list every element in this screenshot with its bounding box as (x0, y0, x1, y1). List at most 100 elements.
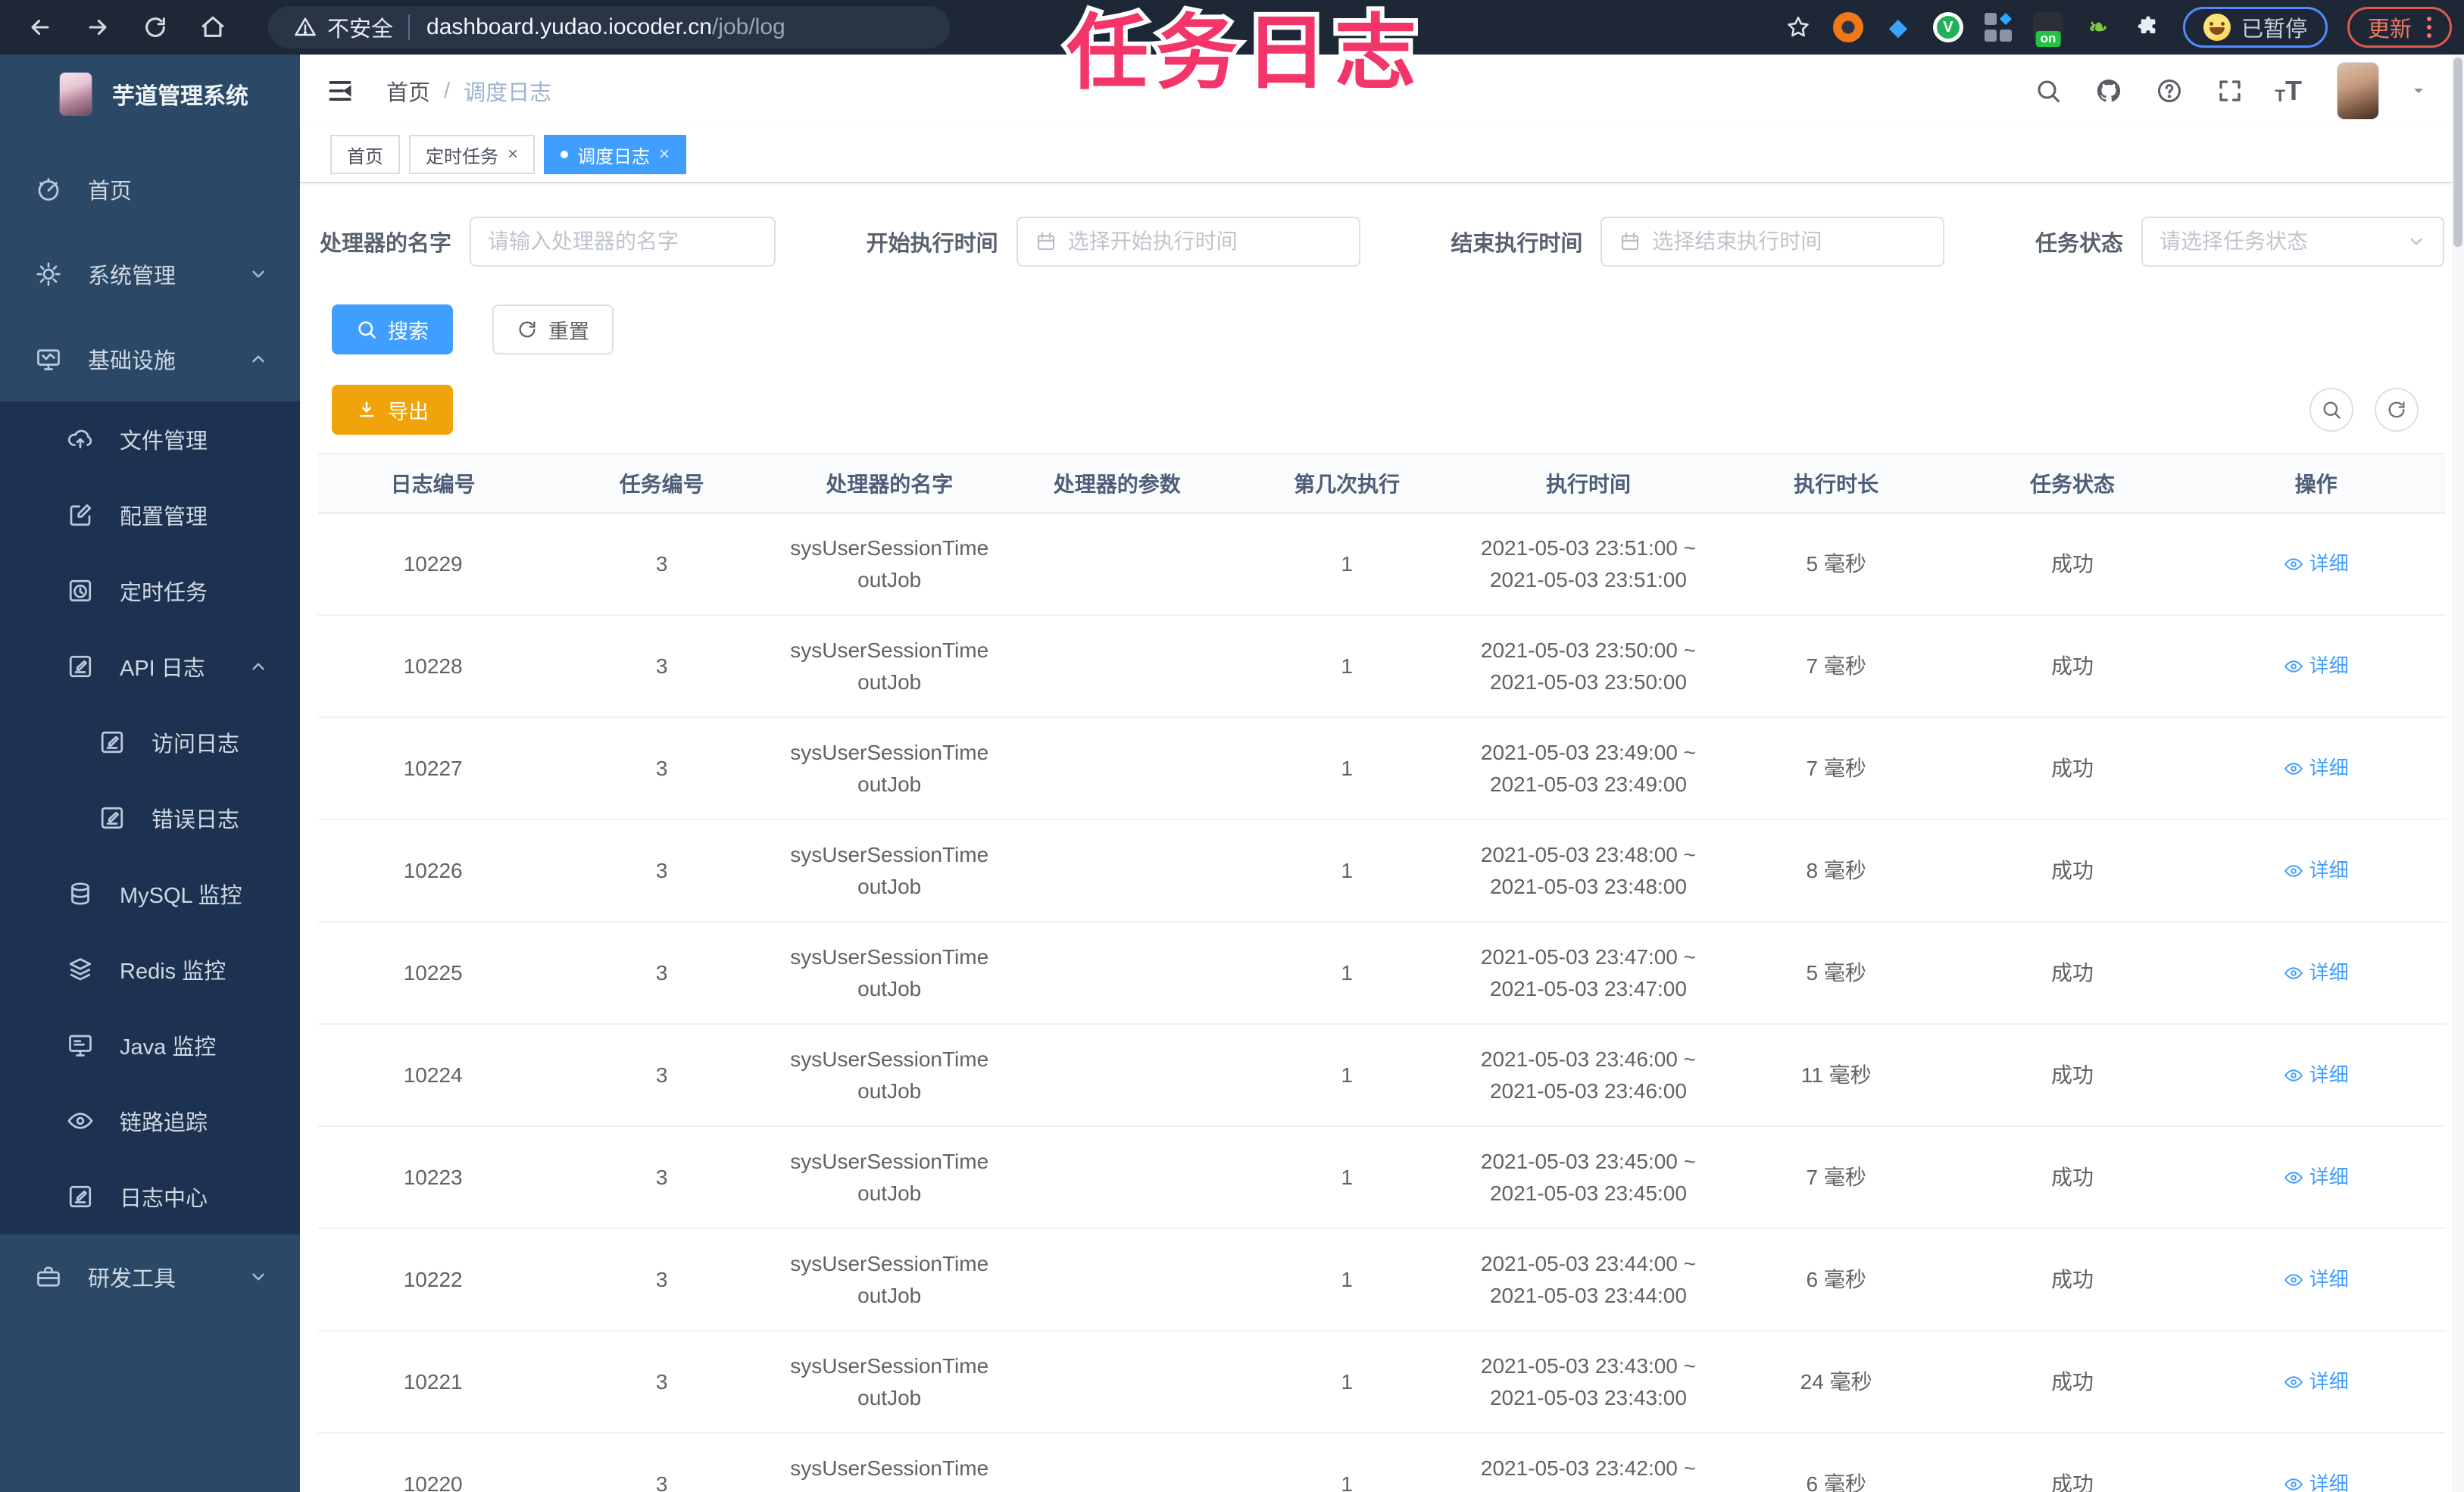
detail-link[interactable]: 详细 (2284, 1469, 2349, 1492)
fullscreen-icon[interactable] (2215, 76, 2245, 106)
user-menu-caret-icon[interactable] (2409, 82, 2428, 100)
sidebar-item-label: API 日志 (120, 657, 205, 681)
actions-cell: 详细 (2186, 1163, 2446, 1192)
detail-link[interactable]: 详细 (2284, 1265, 2349, 1294)
tab-close-icon[interactable]: × (507, 144, 518, 165)
sidebar-item-api-log[interactable]: API 日志 (0, 629, 300, 704)
extension-grid-icon[interactable] (1983, 12, 2013, 42)
paused-label: 已暂停 (2241, 17, 2307, 42)
breadcrumb-home[interactable]: 首页 (386, 75, 430, 107)
profile-paused-badge[interactable]: 已暂停 (2182, 7, 2328, 48)
sidebar-item-access-log[interactable]: 访问日志 (0, 704, 300, 780)
sidebar-item-infrastructure[interactable]: 基础设施 (0, 317, 300, 401)
tab-首页[interactable]: 首页 (330, 135, 400, 174)
status-cell: 成功 (2050, 654, 2094, 678)
font-size-icon[interactable]: TT (2275, 77, 2302, 105)
handler-name-cell: sysUserSessionTimeoutJob (790, 1353, 989, 1409)
breadcrumb: 首页 / 调度日志 (386, 75, 551, 107)
page-content: 处理器的名字 开始执行时间 (300, 183, 2464, 1492)
toggle-search-button[interactable] (2309, 388, 2353, 432)
page-scrollbar[interactable] (2452, 55, 2464, 1492)
status-cell: 成功 (2050, 858, 2094, 882)
detail-link[interactable]: 详细 (2284, 856, 2349, 885)
user-avatar[interactable] (2337, 62, 2379, 120)
sidebar-item-home[interactable]: 首页 (0, 147, 300, 232)
column-header: 第几次执行 (1294, 473, 1401, 496)
sidebar-item-log-center[interactable]: 日志中心 (0, 1159, 300, 1234)
extension-on-icon[interactable]: on (2032, 12, 2063, 47)
detail-link[interactable]: 详细 (2284, 651, 2349, 681)
detail-link[interactable]: 详细 (2284, 754, 2349, 783)
sidebar-item-system-mgmt[interactable]: 系统管理 (0, 232, 300, 317)
view-detail-icon (2284, 1066, 2303, 1085)
extensions-puzzle-icon[interactable] (2133, 12, 2163, 42)
actions-cell: 详细 (2186, 1265, 2446, 1294)
tab-定时任务[interactable]: 定时任务 × (409, 135, 536, 174)
detail-link[interactable]: 详细 (2284, 1060, 2349, 1090)
browser-back-icon[interactable] (26, 13, 55, 42)
browser-menu-icon[interactable] (2427, 17, 2431, 38)
reset-button[interactable]: 重置 (492, 304, 614, 354)
help-icon[interactable] (2154, 76, 2184, 106)
handler-name-field[interactable] (488, 229, 758, 254)
sidebar-item-error-log[interactable]: 错误日志 (0, 780, 300, 856)
exec-index-cell: 1 (1341, 1267, 1353, 1291)
browser-home-icon[interactable] (198, 13, 227, 42)
extension-violentmonkey-icon[interactable]: V (1932, 12, 1963, 42)
sidebar-collapse-icon[interactable] (326, 76, 356, 106)
sidebar-item-file-mgmt[interactable]: 文件管理 (0, 401, 300, 477)
table-row: 10224 3 sysUserSessionTimeoutJob 1 2021-05-0… (318, 1025, 2446, 1127)
sidebar-item-java-monitor[interactable]: Java 监控 (0, 1007, 300, 1083)
extension-blue-drop-icon[interactable]: ◆ (1883, 12, 1913, 42)
handler-name-input[interactable] (470, 217, 776, 267)
export-button[interactable]: 导出 (332, 385, 453, 435)
github-icon[interactable] (2094, 76, 2124, 106)
handler-name-cell: sysUserSessionTimeoutJob (790, 740, 989, 796)
start-time-field[interactable] (1067, 229, 1342, 254)
address-bar[interactable]: 不安全 dashboard.yudao.iocoder.cn/job/log (268, 6, 950, 48)
sidebar-item-trace[interactable]: 链路追踪 (0, 1083, 300, 1159)
job-id-cell: 3 (655, 1165, 668, 1189)
tab-close-icon[interactable]: × (659, 144, 670, 165)
sidebar-item-cron-job[interactable]: 定时任务 (0, 553, 300, 629)
extension-orange-icon[interactable] (1832, 12, 1863, 42)
app-logo[interactable]: 芋道管理系统 (0, 55, 300, 133)
search-button[interactable]: 搜索 (332, 304, 453, 354)
end-time-input[interactable] (1601, 217, 1945, 267)
start-time-input[interactable] (1016, 217, 1360, 267)
sidebar-item-label: Redis 监控 (120, 960, 226, 984)
sidebar-item-config-mgmt[interactable]: 配置管理 (0, 477, 300, 553)
scrollbar-thumb[interactable] (2453, 58, 2462, 247)
sidebar-item-label: 访问日志 (151, 732, 240, 757)
browser-reload-icon[interactable] (141, 13, 170, 42)
sidebar-item-redis-monitor[interactable]: Redis 监控 (0, 932, 300, 1007)
column-header: 任务编号 (619, 473, 704, 496)
handler-name-cell: sysUserSessionTimeoutJob (790, 1251, 989, 1307)
tab-调度日志[interactable]: 调度日志 × (544, 135, 687, 174)
browser-update-badge[interactable]: 更新 (2347, 7, 2452, 48)
extension-leaf-icon[interactable]: ❧ (2083, 12, 2113, 42)
detail-link[interactable]: 详细 (2284, 549, 2349, 579)
job-status-field[interactable] (2159, 229, 2396, 254)
bookmark-star-icon[interactable] (1783, 12, 1813, 42)
security-label[interactable]: 不安全 (327, 11, 393, 43)
detail-link[interactable]: 详细 (2284, 958, 2349, 988)
chevron-down-icon (2406, 232, 2426, 251)
exec-time-cell: 2021-05-03 23:50:00 ~2021-05-03 23:50:00 (1480, 638, 1697, 694)
end-time-field[interactable] (1652, 229, 1927, 254)
handler-name-cell: sysUserSessionTimeoutJob (790, 1047, 989, 1103)
detail-link[interactable]: 详细 (2284, 1163, 2349, 1192)
detail-link[interactable]: 详细 (2284, 1367, 2349, 1397)
url-host[interactable]: dashboard.yudao.iocoder.cn (426, 14, 712, 40)
log-id-cell: 10224 (403, 1063, 463, 1087)
header-search-icon[interactable] (2033, 76, 2063, 106)
url-path[interactable]: /job/log (712, 14, 785, 40)
job-status-select[interactable] (2141, 217, 2444, 267)
export-button-label: 导出 (388, 400, 429, 423)
log-id-cell: 10229 (403, 551, 463, 576)
sidebar-item-dev-tools[interactable]: 研发工具 (0, 1234, 300, 1319)
insecure-warning-icon[interactable] (294, 16, 317, 39)
sidebar-item-mysql-monitor[interactable]: MySQL 监控 (0, 856, 300, 932)
browser-forward-icon[interactable] (83, 13, 112, 42)
refresh-table-button[interactable] (2375, 388, 2419, 432)
